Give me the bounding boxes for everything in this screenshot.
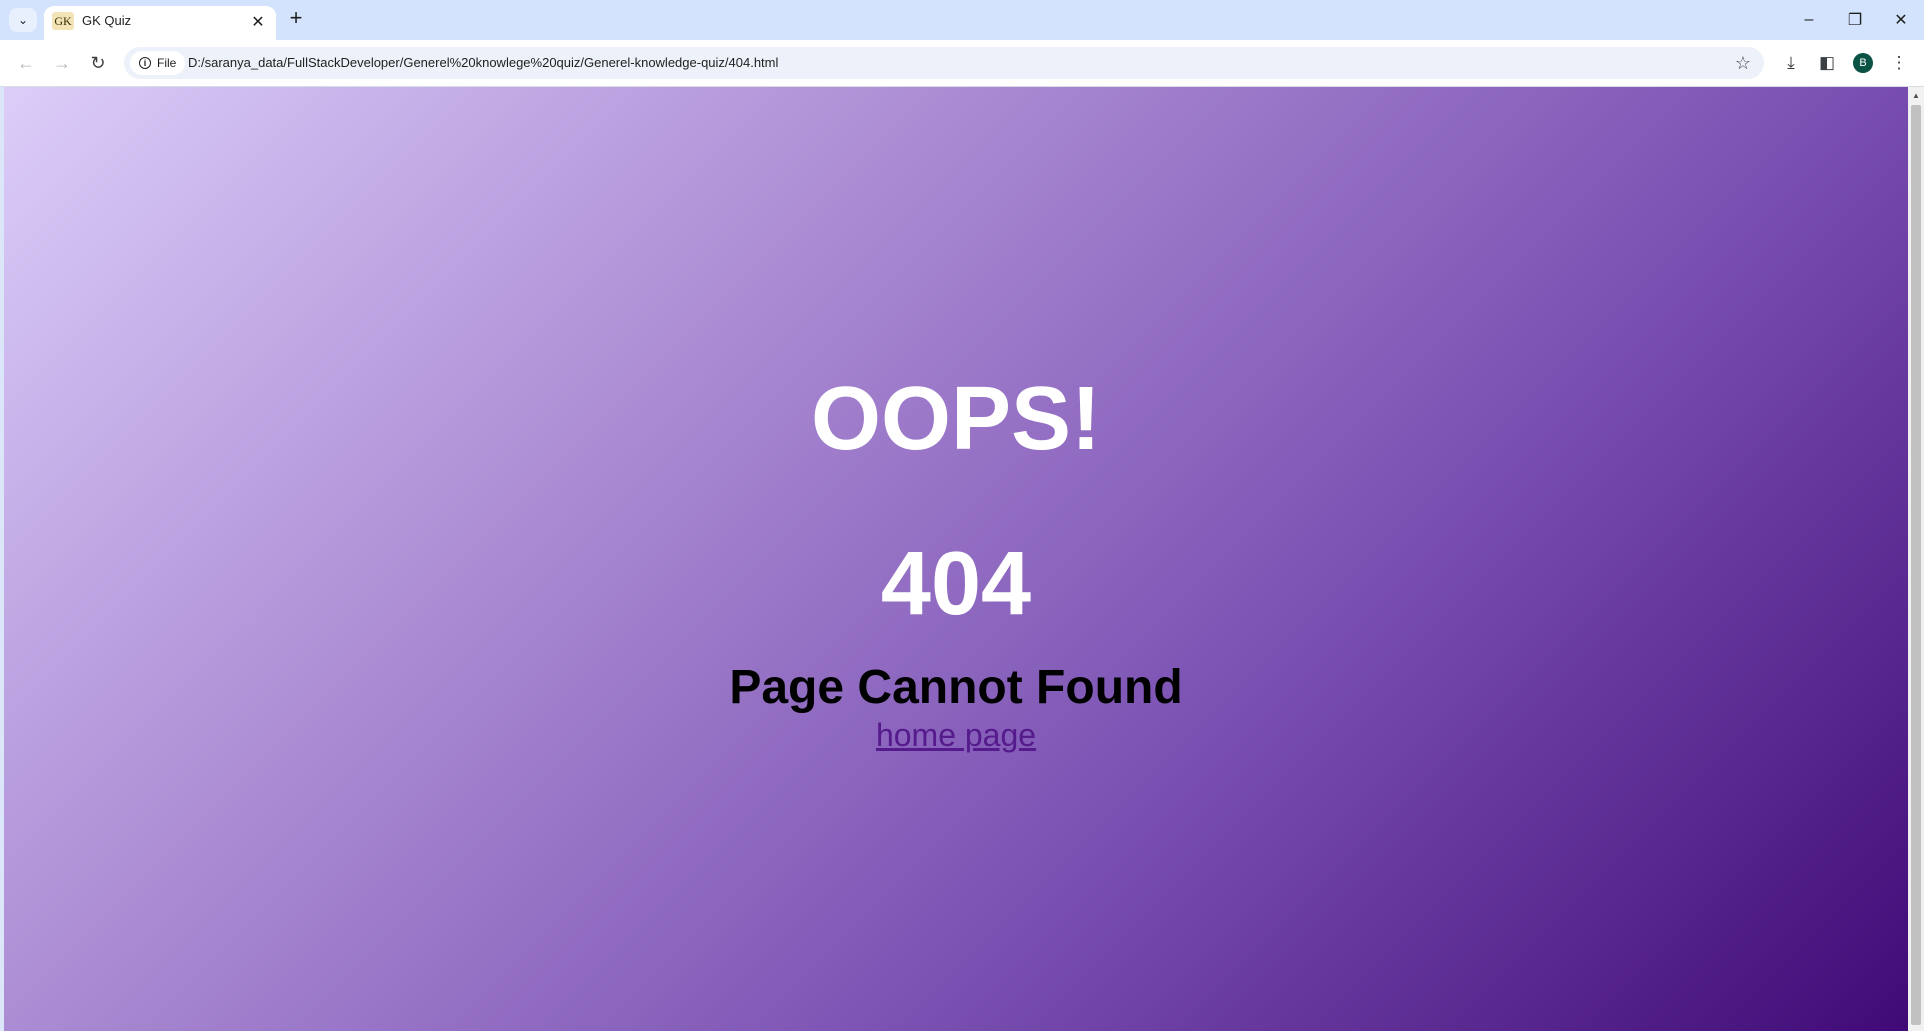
tab-strip: ⌄ GK GK Quiz ✕ + – ❐ ✕ xyxy=(0,0,1924,40)
browser-toolbar: ← → ↻ i File D:/saranya_data/FullStackDe… xyxy=(0,40,1924,87)
restore-button[interactable]: ❐ xyxy=(1832,0,1878,40)
minimize-icon: – xyxy=(1804,11,1814,28)
restore-icon: ❐ xyxy=(1847,12,1863,29)
toolbar-actions: ⤓ ◧ B ⋮ xyxy=(1770,49,1914,77)
close-icon: ✕ xyxy=(1894,12,1908,29)
menu-button[interactable]: ⋮ xyxy=(1884,49,1914,77)
arrow-right-icon: → xyxy=(53,52,71,73)
back-button[interactable]: ← xyxy=(12,49,40,77)
scroll-up-arrow-icon[interactable]: ▲ xyxy=(1908,87,1924,103)
home-page-link[interactable]: home page xyxy=(876,717,1036,753)
profile-button[interactable]: B xyxy=(1848,49,1878,77)
minimize-button[interactable]: – xyxy=(1786,0,1832,40)
download-icon: ⤓ xyxy=(1787,53,1795,72)
vertical-scrollbar[interactable]: ▲ xyxy=(1908,87,1924,1031)
site-info-chip[interactable]: i File xyxy=(130,51,186,75)
address-bar[interactable]: i File D:/saranya_data/FullStackDevelope… xyxy=(124,47,1764,79)
scroll-thumb[interactable] xyxy=(1911,105,1921,1025)
tab-title: GK Quiz xyxy=(82,13,132,28)
favicon-icon: GK xyxy=(52,12,74,30)
plus-icon: + xyxy=(289,5,303,30)
bookmark-button[interactable]: ☆ xyxy=(1732,52,1754,74)
close-window-button[interactable]: ✕ xyxy=(1878,0,1924,40)
kebab-menu-icon: ⋮ xyxy=(1890,53,1908,72)
reload-icon: ↻ xyxy=(90,52,106,73)
close-icon: ✕ xyxy=(251,14,265,31)
tab-search-button[interactable]: ⌄ xyxy=(9,8,37,32)
avatar: B xyxy=(1853,53,1873,73)
error-code: 404 xyxy=(880,534,1032,634)
tab-gk-quiz[interactable]: GK GK Quiz ✕ xyxy=(44,6,276,40)
info-icon: i xyxy=(139,57,151,69)
forward-button[interactable]: → xyxy=(48,49,76,77)
page-viewport: OOPS! 404 Page Cannot Found home page xyxy=(4,87,1908,1031)
star-icon: ☆ xyxy=(1734,52,1752,73)
browser-window: ⌄ GK GK Quiz ✕ + – ❐ ✕ ← → ↻ i File D:/s… xyxy=(0,0,1924,1031)
tab-close-button[interactable]: ✕ xyxy=(248,12,268,32)
chevron-down-icon: ⌄ xyxy=(17,13,29,27)
arrow-left-icon: ← xyxy=(17,52,35,73)
downloads-button[interactable]: ⤓ xyxy=(1776,49,1806,77)
side-panel-icon: ◧ xyxy=(1818,53,1836,72)
window-controls: – ❐ ✕ xyxy=(1786,0,1924,40)
new-tab-button[interactable]: + xyxy=(284,5,308,30)
side-panel-button[interactable]: ◧ xyxy=(1812,49,1842,77)
error-message: Page Cannot Found xyxy=(729,661,1183,714)
reload-button[interactable]: ↻ xyxy=(84,49,112,77)
site-chip-label: File xyxy=(157,56,177,70)
url-text[interactable]: D:/saranya_data/FullStackDeveloper/Gener… xyxy=(188,55,778,70)
home-link-row: home page xyxy=(4,719,1908,751)
oops-heading: OOPS! xyxy=(810,369,1102,469)
